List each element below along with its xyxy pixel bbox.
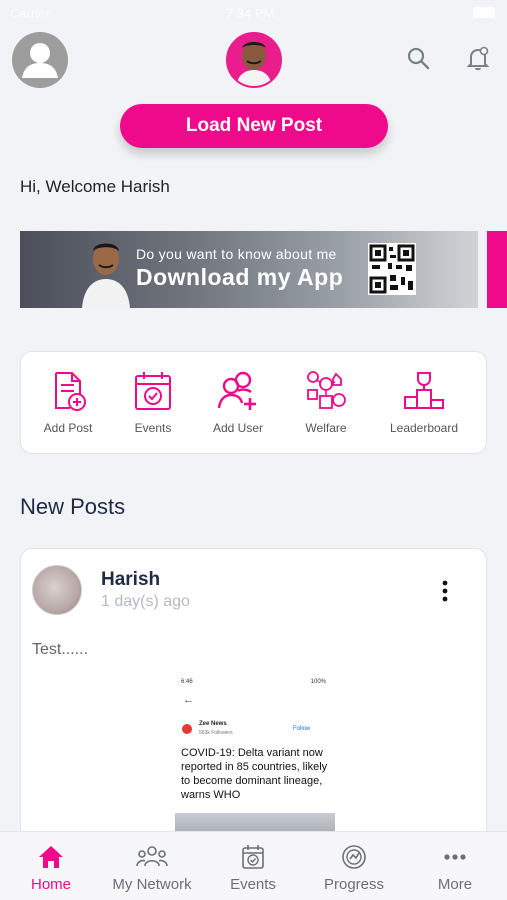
new-posts-title: New Posts [20, 494, 126, 519]
banner-next-peek[interactable] [487, 231, 507, 308]
post-image[interactable]: 6:46 100% ← Zee News 563k Followers Foll… [175, 674, 335, 847]
load-new-post-button[interactable]: Load New Post [120, 104, 388, 148]
calendar-check-icon [135, 372, 171, 410]
post-author-avatar[interactable] [32, 565, 82, 615]
embedded-source-name: Zee News [199, 721, 227, 727]
banner-line1: Do you want to know about me [136, 246, 337, 262]
tab-more-label: More [437, 876, 473, 893]
events-action[interactable]: Events [108, 370, 198, 435]
clock-label: 7:34 PM [226, 6, 275, 21]
tab-events-label: Events [230, 876, 276, 893]
more-vertical-icon[interactable] [435, 579, 455, 603]
carrier-label: Carrier [10, 6, 50, 21]
leaderboard-action[interactable]: Leaderboard [379, 370, 469, 435]
embedded-status-bar: 6:46 100% [181, 679, 326, 685]
welfare-label: Welfare [305, 421, 347, 435]
welcome-text: Hi, Welcome Harish [20, 177, 170, 196]
embedded-followers: 563k Followers [199, 730, 233, 736]
welfare-action[interactable]: Welfare [281, 370, 371, 435]
post-text: Test...... [32, 641, 89, 658]
tab-home-label: Home [30, 876, 71, 893]
tab-my-network-label: My Network [112, 876, 192, 893]
embedded-headline: COVID-19: Delta variant now reported in … [181, 747, 328, 801]
tab-progress[interactable]: Progress [304, 844, 404, 893]
add-post-label: Add Post [43, 421, 93, 435]
tab-events[interactable]: Events [203, 844, 303, 893]
podium-icon [404, 372, 444, 409]
leader-photo[interactable] [226, 32, 282, 88]
events-label: Events [134, 421, 172, 435]
home-icon [39, 846, 63, 868]
embedded-follow-label: Follow [293, 726, 311, 732]
tab-more[interactable]: More [405, 844, 505, 893]
add-document-icon [55, 372, 86, 411]
add-user-icon [217, 371, 256, 410]
back-arrow-icon: ← [183, 694, 194, 706]
quick-actions-panel: Add Post Events Add User Welfare Leaderb… [20, 351, 487, 454]
more-dots-icon [444, 854, 466, 860]
post-author-name[interactable]: Harish [101, 569, 160, 591]
search-icon[interactable] [404, 44, 432, 72]
add-user-action[interactable]: Add User [193, 370, 283, 435]
embedded-status-time: 6:46 [181, 679, 193, 685]
qr-code-icon [368, 243, 416, 295]
welfare-icon [307, 371, 346, 409]
tab-my-network[interactable]: My Network [102, 844, 202, 893]
tab-home[interactable]: Home [1, 844, 101, 893]
embedded-status-battery: 100% [310, 679, 326, 685]
add-post-action[interactable]: Add Post [23, 370, 113, 435]
battery-icon [473, 7, 495, 18]
news-logo-icon [182, 724, 192, 734]
banner-line2: Download my App [136, 264, 344, 290]
leaderboard-label: Leaderboard [389, 421, 459, 435]
banner-leader-photo [82, 243, 130, 308]
network-icon [136, 846, 168, 867]
add-user-label: Add User [212, 421, 264, 435]
calendar-check-icon [242, 845, 264, 869]
user-avatar-icon[interactable] [12, 32, 68, 88]
bottom-tab-bar: Home My Network Events Progress More [0, 831, 507, 900]
download-app-banner[interactable]: Do you want to know about me Download my… [20, 231, 478, 308]
post-timestamp: 1 day(s) ago [101, 593, 190, 610]
status-bar: Carrier 7:34 PM [0, 0, 507, 28]
progress-icon [342, 845, 366, 869]
post-card[interactable]: Harish 1 day(s) ago Test...... 6:46 100%… [20, 548, 487, 848]
tab-progress-label: Progress [323, 876, 385, 893]
bell-icon[interactable] [464, 44, 492, 72]
